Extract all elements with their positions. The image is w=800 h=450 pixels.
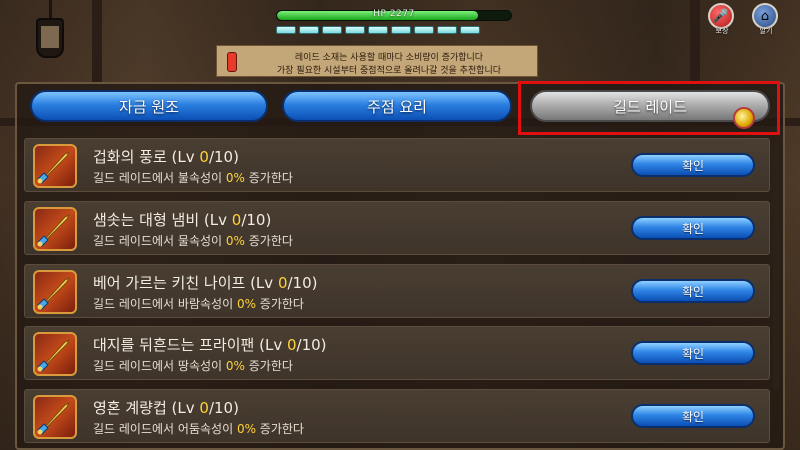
- notice-line-2: 가장 필요한 시설부터 중점적으로 올려나갈 것을 추천합니다: [276, 66, 502, 76]
- facility-name: 겁화의 풍로 (Lv 0/10): [93, 148, 239, 166]
- warning-icon: [227, 52, 237, 72]
- facility-description: 길드 레이드에서 물속성이 0% 증가한다: [93, 234, 293, 248]
- notice-line-1: 레이드 소재는 사용할 때마다 소비량이 증가합니다: [294, 53, 484, 63]
- confirm-button[interactable]: 확인: [631, 404, 755, 428]
- sword-icon: [33, 207, 77, 251]
- event-button[interactable]: 🎤 보상: [708, 3, 736, 37]
- energy-pip: [322, 26, 342, 34]
- notice-banner: 레이드 소재는 사용할 때마다 소비량이 증가합니다 가장 필요한 시설부터 중…: [216, 45, 538, 77]
- scrollbar[interactable]: [773, 140, 779, 390]
- energy-pip: [391, 26, 411, 34]
- home-button[interactable]: ⌂ 알기: [752, 3, 780, 37]
- facility-description: 길드 레이드에서 땅속성이 0% 증가한다: [93, 359, 293, 373]
- confirm-button[interactable]: 확인: [631, 279, 755, 303]
- hp-text: HP 2277: [373, 9, 415, 19]
- sword-icon: [33, 332, 77, 376]
- confirm-button[interactable]: 확인: [631, 341, 755, 365]
- sword-icon: [33, 144, 77, 188]
- home-label: 알기: [759, 27, 773, 35]
- energy-pip: [345, 26, 365, 34]
- sword-icon: [33, 395, 77, 439]
- coin-icon: [733, 107, 755, 129]
- tab-tavern-cooking[interactable]: 주점 요리: [282, 90, 512, 122]
- list-item: 겁화의 풍로 (Lv 0/10) 길드 레이드에서 불속성이 0% 증가한다 확인: [24, 138, 770, 192]
- energy-pips: [276, 26, 480, 34]
- energy-pip: [414, 26, 434, 34]
- tab-label: 자금 원조: [119, 97, 179, 116]
- confirm-button[interactable]: 확인: [631, 153, 755, 177]
- facility-description: 길드 레이드에서 바람속성이 0% 증가한다: [93, 297, 304, 311]
- facility-name: 베어 가르는 키친 나이프 (Lv 0/10): [93, 274, 318, 292]
- facility-description: 길드 레이드에서 어둠속성이 0% 증가한다: [93, 422, 304, 436]
- tab-label: 주점 요리: [367, 97, 427, 116]
- energy-pip: [368, 26, 388, 34]
- energy-pip: [276, 26, 296, 34]
- energy-pip: [437, 26, 457, 34]
- tab-fund-support[interactable]: 자금 원조: [30, 90, 268, 122]
- facility-name: 대지를 뒤흔드는 프라이팬 (Lv 0/10): [93, 336, 327, 354]
- facility-description: 길드 레이드에서 불속성이 0% 증가한다: [93, 171, 293, 185]
- hanging-lamp: [30, 0, 70, 70]
- list-item: 샘솟는 대형 냄비 (Lv 0/10) 길드 레이드에서 물속성이 0% 증가한다…: [24, 201, 770, 255]
- confirm-button[interactable]: 확인: [631, 216, 755, 240]
- list-item: 영혼 계량컵 (Lv 0/10) 길드 레이드에서 어둠속성이 0% 증가한다 확인: [24, 389, 770, 443]
- list-item: 베어 가르는 키친 나이프 (Lv 0/10) 길드 레이드에서 바람속성이 0%…: [24, 264, 770, 318]
- facility-name: 샘솟는 대형 냄비 (Lv 0/10): [93, 211, 272, 229]
- list-item: 대지를 뒤흔드는 프라이팬 (Lv 0/10) 길드 레이드에서 땅속성이 0% …: [24, 326, 770, 380]
- sword-icon: [33, 270, 77, 314]
- facility-name: 영혼 계량컵 (Lv 0/10): [93, 399, 239, 417]
- energy-pip: [299, 26, 319, 34]
- energy-pip: [460, 26, 480, 34]
- event-label: 보상: [715, 27, 729, 35]
